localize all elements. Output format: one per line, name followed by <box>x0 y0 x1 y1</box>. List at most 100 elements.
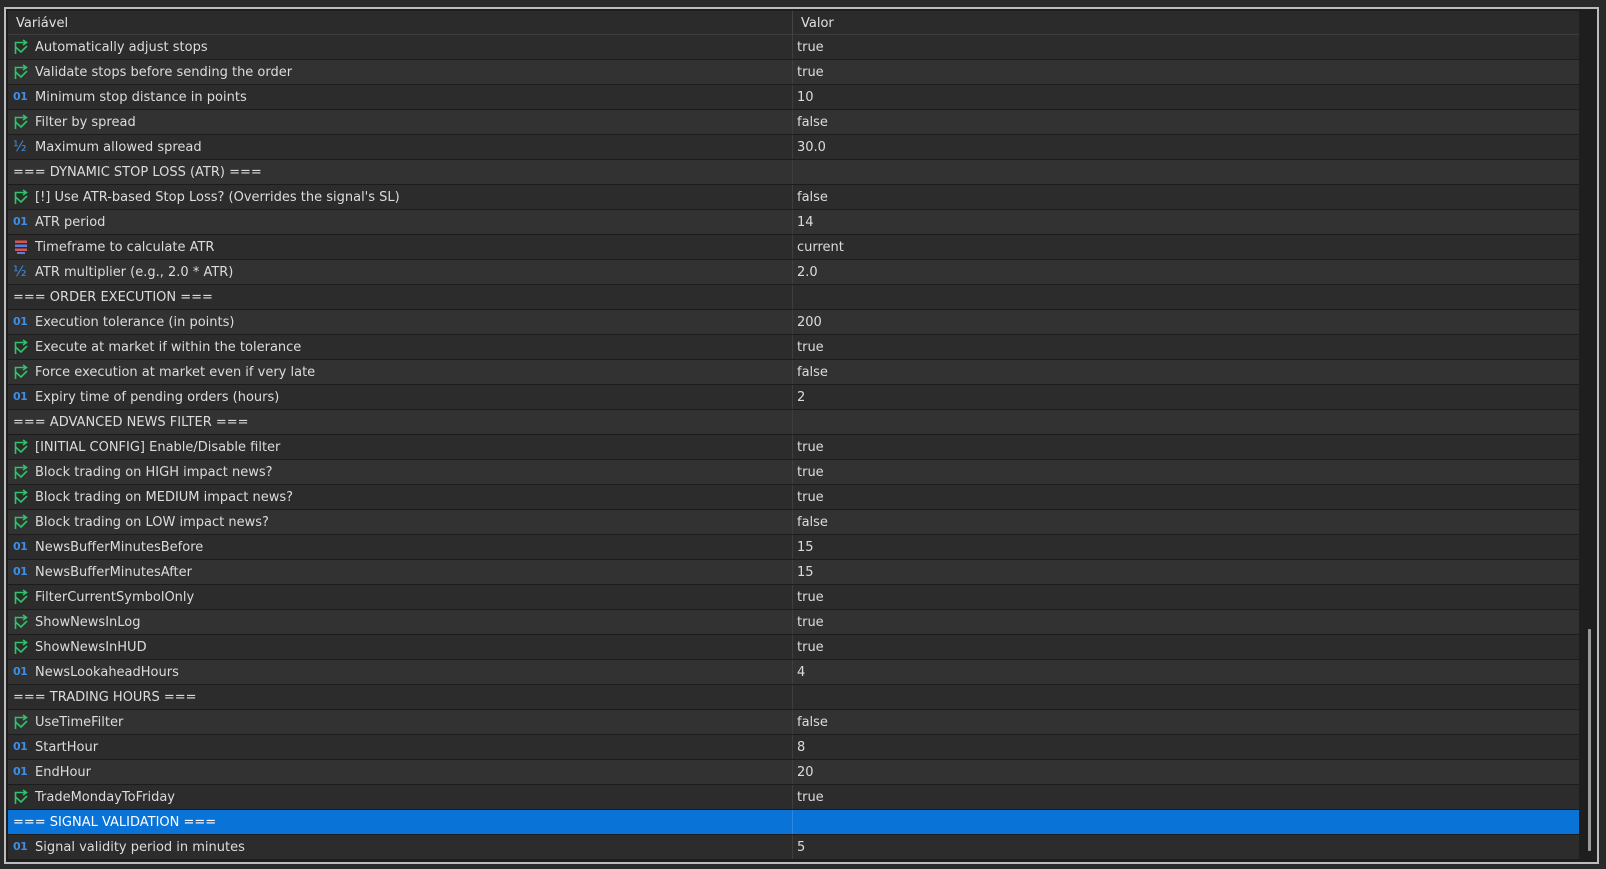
parameter-value[interactable]: 14 <box>797 215 814 230</box>
parameter-row[interactable]: Validate stops before sending the order t… <box>8 60 1579 85</box>
parameter-name: === ADVANCED NEWS FILTER === <box>13 415 249 430</box>
parameter-row[interactable]: ½ ATR multiplier (e.g., 2.0 * ATR) 2.0 <box>8 260 1579 285</box>
column-header-variable[interactable]: Variável <box>16 16 68 31</box>
parameter-name: ShowNewsInHUD <box>35 640 147 655</box>
parameter-row[interactable]: Execute at market if within the toleranc… <box>8 335 1579 360</box>
section-header-row[interactable]: === DYNAMIC STOP LOSS (ATR) === <box>8 160 1579 185</box>
vertical-scrollbar[interactable] <box>1581 11 1597 862</box>
column-divider <box>792 285 793 309</box>
parameter-value[interactable]: true <box>797 590 824 605</box>
column-divider <box>792 835 793 859</box>
parameter-value[interactable]: true <box>797 790 824 805</box>
column-header-value[interactable]: Valor <box>801 16 834 31</box>
parameter-value[interactable]: true <box>797 615 824 630</box>
parameter-row[interactable]: 01 NewsBufferMinutesBefore 15 <box>8 535 1579 560</box>
parameter-value[interactable]: 4 <box>797 665 805 680</box>
bool-icon <box>13 439 29 455</box>
parameter-name: === SIGNAL VALIDATION === <box>13 815 217 830</box>
parameter-value[interactable]: true <box>797 440 824 455</box>
parameter-row[interactable]: [!] Use ATR-based Stop Loss? (Overrides … <box>8 185 1579 210</box>
parameter-value[interactable]: true <box>797 40 824 55</box>
parameter-row[interactable]: 01 StartHour 8 <box>8 735 1579 760</box>
parameter-value[interactable]: true <box>797 490 824 505</box>
parameter-value[interactable]: 8 <box>797 740 805 755</box>
parameter-name: StartHour <box>35 740 99 755</box>
parameter-name: Validate stops before sending the order <box>35 65 293 80</box>
parameter-value[interactable]: false <box>797 715 828 730</box>
parameter-row[interactable]: Block trading on HIGH impact news? true <box>8 460 1579 485</box>
parameter-value[interactable]: 2.0 <box>797 265 818 280</box>
column-divider <box>792 110 793 134</box>
parameter-row[interactable]: 01 Signal validity period in minutes 5 <box>8 835 1579 860</box>
parameter-row[interactable]: 01 NewsBufferMinutesAfter 15 <box>8 560 1579 585</box>
section-header-row[interactable]: === SIGNAL VALIDATION === <box>8 810 1579 835</box>
parameter-name: Execute at market if within the toleranc… <box>35 340 302 355</box>
parameter-value[interactable]: current <box>797 240 844 255</box>
column-divider <box>792 360 793 384</box>
section-header-row[interactable]: === TRADING HOURS === <box>8 685 1579 710</box>
parameter-value[interactable]: true <box>797 640 824 655</box>
parameter-row[interactable]: [INITIAL CONFIG] Enable/Disable filter tr… <box>8 435 1579 460</box>
bool-icon <box>13 114 29 130</box>
section-header-row[interactable]: === ADVANCED NEWS FILTER === <box>8 410 1579 435</box>
column-divider <box>792 810 793 834</box>
parameter-value[interactable]: 20 <box>797 765 814 780</box>
parameters-panel: Variável Valor Automatically adjust stop… <box>4 7 1599 864</box>
int-icon: 01 <box>13 565 28 578</box>
parameter-row[interactable]: 01 EndHour 20 <box>8 760 1579 785</box>
parameter-value[interactable]: false <box>797 115 828 130</box>
section-header-row[interactable]: === ORDER EXECUTION === <box>8 285 1579 310</box>
parameter-value[interactable]: 200 <box>797 315 822 330</box>
parameter-row[interactable]: FilterCurrentSymbolOnly true <box>8 585 1579 610</box>
parameter-row[interactable]: ShowNewsInLog true <box>8 610 1579 635</box>
parameter-value[interactable]: true <box>797 65 824 80</box>
parameter-value[interactable]: 15 <box>797 565 814 580</box>
scrollbar-thumb[interactable] <box>1588 629 1591 851</box>
parameter-value[interactable]: 30.0 <box>797 140 826 155</box>
parameter-name: Expiry time of pending orders (hours) <box>35 390 280 405</box>
int-icon: 01 <box>13 665 28 678</box>
parameter-row[interactable]: 01 Minimum stop distance in points 10 <box>8 85 1579 110</box>
parameter-row[interactable]: ShowNewsInHUD true <box>8 635 1579 660</box>
int-icon: 01 <box>13 740 28 753</box>
bool-icon <box>13 464 29 480</box>
parameter-row[interactable]: UseTimeFilter false <box>8 710 1579 735</box>
column-divider <box>792 585 793 609</box>
parameter-value[interactable]: true <box>797 340 824 355</box>
parameter-name: UseTimeFilter <box>35 715 124 730</box>
parameter-value[interactable]: 5 <box>797 840 805 855</box>
bool-icon <box>13 614 29 630</box>
parameter-row[interactable]: Filter by spread false <box>8 110 1579 135</box>
parameter-name: [INITIAL CONFIG] Enable/Disable filter <box>35 440 281 455</box>
column-divider[interactable] <box>792 11 793 35</box>
column-divider <box>792 635 793 659</box>
parameter-name: NewsBufferMinutesBefore <box>35 540 204 555</box>
parameter-row[interactable]: 01 Expiry time of pending orders (hours) 2 <box>8 385 1579 410</box>
parameter-name: TradeMondayToFriday <box>35 790 175 805</box>
parameter-row[interactable]: ½ Maximum allowed spread 30.0 <box>8 135 1579 160</box>
column-divider <box>792 485 793 509</box>
column-divider <box>792 335 793 359</box>
parameter-value[interactable]: 10 <box>797 90 814 105</box>
column-divider <box>792 310 793 334</box>
parameter-row[interactable]: Block trading on LOW impact news? false <box>8 510 1579 535</box>
parameter-name: Maximum allowed spread <box>35 140 202 155</box>
parameter-value[interactable]: 2 <box>797 390 805 405</box>
parameter-name: Timeframe to calculate ATR <box>35 240 215 255</box>
bool-icon <box>13 364 29 380</box>
parameter-row[interactable]: 01 NewsLookaheadHours 4 <box>8 660 1579 685</box>
parameter-row[interactable]: Force execution at market even if very l… <box>8 360 1579 385</box>
parameter-row[interactable]: 01 ATR period 14 <box>8 210 1579 235</box>
bool-icon <box>13 39 29 55</box>
parameter-value[interactable]: 15 <box>797 540 814 555</box>
parameter-name: [!] Use ATR-based Stop Loss? (Overrides … <box>35 190 400 205</box>
parameter-value[interactable]: true <box>797 465 824 480</box>
parameter-value[interactable]: false <box>797 515 828 530</box>
parameter-value[interactable]: false <box>797 190 828 205</box>
parameter-row[interactable]: 01 Execution tolerance (in points) 200 <box>8 310 1579 335</box>
parameter-row[interactable]: Timeframe to calculate ATR current <box>8 235 1579 260</box>
parameter-row[interactable]: TradeMondayToFriday true <box>8 785 1579 810</box>
parameter-value[interactable]: false <box>797 365 828 380</box>
parameter-row[interactable]: Block trading on MEDIUM impact news? true <box>8 485 1579 510</box>
parameter-row[interactable]: Automatically adjust stops true <box>8 35 1579 60</box>
